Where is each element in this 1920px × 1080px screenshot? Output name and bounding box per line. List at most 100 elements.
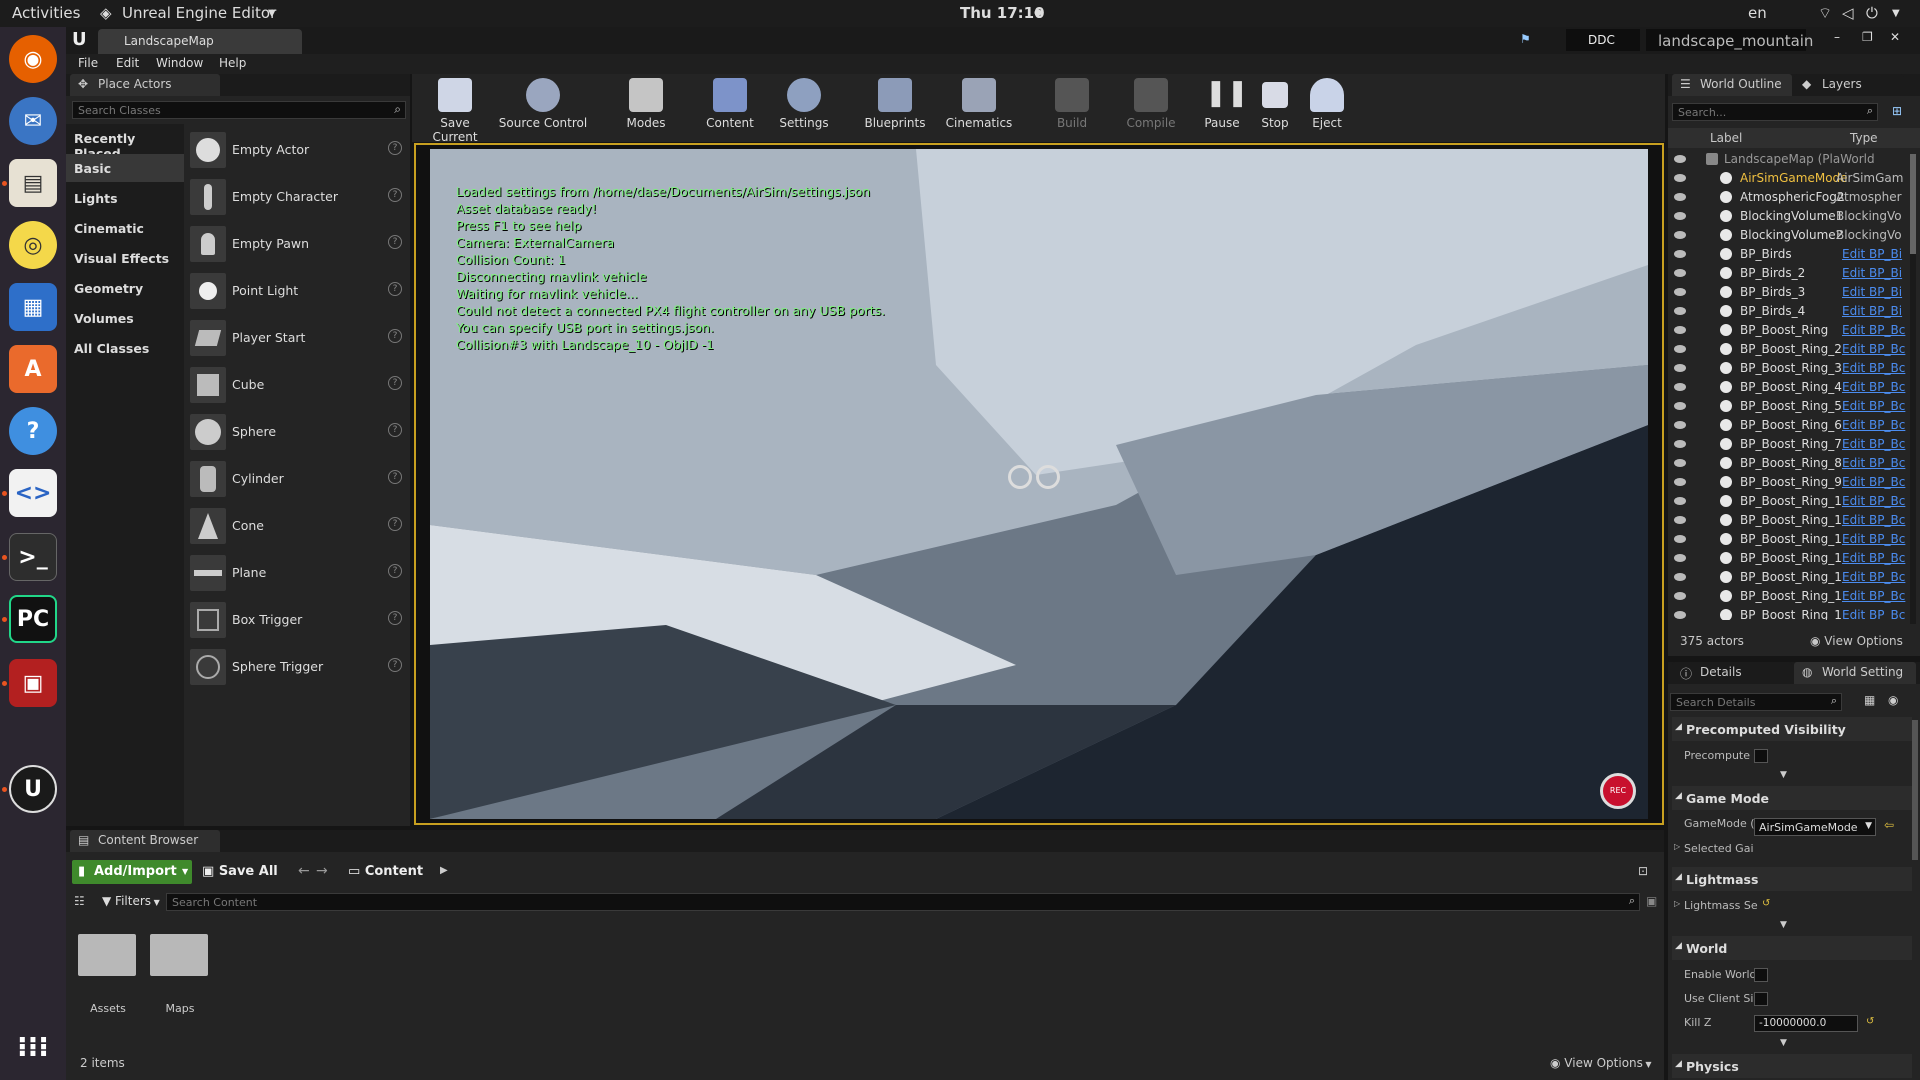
- help-icon[interactable]: ?: [388, 470, 402, 484]
- minimize-icon[interactable]: –: [1834, 30, 1840, 44]
- column-type[interactable]: Type: [1850, 131, 1878, 145]
- chevron-right-icon[interactable]: ▶: [440, 865, 448, 876]
- outliner-row[interactable]: AirSimGameMode AirSimGam: [1668, 169, 1908, 188]
- visibility-eye-icon[interactable]: [1674, 573, 1686, 581]
- outliner-row[interactable]: BP_Boost_Ring_1 Edit BP_Bc: [1668, 492, 1908, 511]
- visibility-eye-icon[interactable]: [1674, 174, 1686, 182]
- visibility-eye-icon[interactable]: [1674, 440, 1686, 448]
- browse-arrow-icon[interactable]: ⇦: [1884, 818, 1894, 832]
- expand-arrow-icon[interactable]: ▼: [1780, 920, 1787, 930]
- search-content-input[interactable]: Search Content ⌕: [166, 893, 1640, 911]
- visibility-eye-icon[interactable]: [1674, 269, 1686, 277]
- precompute-checkbox[interactable]: [1754, 749, 1768, 763]
- language-indicator[interactable]: en: [1748, 4, 1767, 22]
- category-cinematic[interactable]: Cinematic: [66, 214, 184, 242]
- firefox-icon[interactable]: ◉: [9, 35, 57, 83]
- compile-button[interactable]: Compile: [1121, 78, 1181, 138]
- outliner-row[interactable]: AtmosphericFog2 Atmospher: [1668, 188, 1908, 207]
- section-lightmass[interactable]: ◢ Lightmass: [1672, 867, 1912, 891]
- outliner-row[interactable]: BlockingVolume2 BlockingVo: [1668, 226, 1908, 245]
- code-editor-icon[interactable]: <>: [9, 469, 57, 517]
- menu-edit[interactable]: Edit: [116, 56, 139, 70]
- thunderbird-icon[interactable]: ✉: [9, 97, 57, 145]
- visibility-eye-icon[interactable]: [1674, 535, 1686, 543]
- save-current-button[interactable]: Save Current: [418, 78, 492, 144]
- screen-recorder-icon[interactable]: ▣: [9, 659, 57, 707]
- outliner-row[interactable]: BP_Boost_Ring_1 Edit BP_Bc: [1668, 587, 1908, 606]
- forward-arrow-icon[interactable]: →: [316, 863, 328, 879]
- visibility-eye-icon[interactable]: [1674, 421, 1686, 429]
- folder-maps[interactable]: Maps: [150, 930, 210, 1020]
- category-recently-placed[interactable]: Recently Placed: [66, 124, 184, 161]
- path-content[interactable]: ▭ Content: [348, 864, 423, 879]
- category-basic[interactable]: Basic: [66, 154, 184, 182]
- content-button[interactable]: Content: [700, 78, 760, 138]
- actor-cylinder[interactable]: Cylinder?: [188, 457, 408, 501]
- visibility-eye-icon[interactable]: [1674, 611, 1686, 619]
- add-import-button[interactable]: ▮ Add/Import ▼: [72, 860, 192, 884]
- help-icon[interactable]: ?: [388, 564, 402, 578]
- outliner-row-type[interactable]: Edit BP_Bc: [1842, 323, 1905, 337]
- help-icon[interactable]: ?: [388, 235, 402, 249]
- writer-icon[interactable]: ▦: [9, 283, 57, 331]
- power-icon[interactable]: ⏻: [1866, 4, 1878, 22]
- actor-empty-actor[interactable]: Empty Actor?: [188, 128, 408, 172]
- outliner-row-type[interactable]: Edit BP_Bc: [1842, 532, 1905, 546]
- terminal-icon[interactable]: >_: [9, 533, 57, 581]
- help-icon[interactable]: ?: [9, 407, 57, 455]
- outliner-row[interactable]: BP_Birds Edit BP_Bi: [1668, 245, 1908, 264]
- details-search-input[interactable]: Search Details ⌕: [1670, 693, 1842, 711]
- tab-layers[interactable]: ◆ Layers: [1794, 74, 1904, 96]
- clock[interactable]: Thu 17:10: [960, 4, 1045, 22]
- actor-cone[interactable]: Cone?: [188, 504, 408, 548]
- save-search-icon[interactable]: ▣: [1646, 894, 1657, 908]
- rhythmbox-icon[interactable]: ◎: [9, 221, 57, 269]
- visibility-eye-icon[interactable]: [1674, 193, 1686, 201]
- outliner-row-type[interactable]: Edit BP_Bi: [1842, 285, 1902, 299]
- reset-icon[interactable]: ↺: [1866, 1016, 1874, 1027]
- pause-button[interactable]: ❚❚ Pause: [1196, 78, 1248, 138]
- visibility-eye-icon[interactable]: [1674, 554, 1686, 562]
- outliner-row-type[interactable]: Edit BP_Bc: [1842, 437, 1905, 451]
- visibility-eye-icon[interactable]: [1674, 326, 1686, 334]
- activities-button[interactable]: Activities: [12, 4, 80, 22]
- outliner-row-type[interactable]: Edit BP_Bi: [1842, 304, 1902, 318]
- visibility-eye-icon[interactable]: [1674, 459, 1686, 467]
- lock-icon[interactable]: ⊡: [1638, 864, 1648, 878]
- show-apps-icon[interactable]: ⁝⁝⁝: [9, 1022, 57, 1070]
- outliner-row[interactable]: BP_Boost_Ring_8 Edit BP_Bc: [1668, 454, 1908, 473]
- help-icon[interactable]: ?: [388, 188, 402, 202]
- outliner-row-type[interactable]: Edit BP_Bc: [1842, 456, 1905, 470]
- files-icon[interactable]: ▤: [9, 159, 57, 207]
- outliner-row[interactable]: BP_Boost_Ring_4 Edit BP_Bc: [1668, 378, 1908, 397]
- outliner-row-type[interactable]: Edit BP_Bc: [1842, 475, 1905, 489]
- build-button[interactable]: Build: [1042, 78, 1102, 138]
- eye-icon[interactable]: ◉: [1888, 693, 1898, 707]
- expand-arrow-icon[interactable]: ▼: [1780, 1038, 1787, 1048]
- help-icon[interactable]: ?: [388, 517, 402, 531]
- visibility-eye-icon[interactable]: [1674, 231, 1686, 239]
- kill-z-input[interactable]: -10000000.0: [1754, 1015, 1858, 1032]
- visibility-eye-icon[interactable]: [1674, 478, 1686, 486]
- close-icon[interactable]: ✕: [1890, 30, 1900, 44]
- content-view-options[interactable]: ◉ View Options ▼: [1550, 1056, 1652, 1070]
- ddc-indicator[interactable]: DDC: [1566, 29, 1640, 51]
- actor-sphere[interactable]: Sphere?: [188, 410, 408, 454]
- category-visual-effects[interactable]: Visual Effects: [66, 244, 184, 272]
- category-lights[interactable]: Lights: [66, 184, 184, 212]
- menu-file[interactable]: File: [78, 56, 98, 70]
- visibility-eye-icon[interactable]: [1674, 212, 1686, 220]
- outliner-row-type[interactable]: Edit BP_Bc: [1842, 570, 1905, 584]
- outliner-row[interactable]: BlockingVolume1 BlockingVo: [1668, 207, 1908, 226]
- search-classes-input[interactable]: Search Classes ⌕: [72, 101, 406, 119]
- save-all-button[interactable]: ▣ Save All: [202, 864, 278, 879]
- expand-arrow-icon[interactable]: ▼: [1780, 770, 1787, 780]
- outliner-row[interactable]: BP_Boost_Ring_1 Edit BP_Bc: [1668, 606, 1908, 620]
- help-icon[interactable]: ?: [388, 282, 402, 296]
- eject-button[interactable]: Eject: [1302, 78, 1352, 138]
- outliner-row-type[interactable]: Edit BP_Bi: [1842, 266, 1902, 280]
- outliner-row[interactable]: BP_Boost_Ring_7 Edit BP_Bc: [1668, 435, 1908, 454]
- back-arrow-icon[interactable]: ←: [298, 863, 310, 879]
- actor-player-start[interactable]: Player Start?: [188, 316, 408, 360]
- tab-content-browser[interactable]: ▤ Content Browser: [70, 830, 220, 852]
